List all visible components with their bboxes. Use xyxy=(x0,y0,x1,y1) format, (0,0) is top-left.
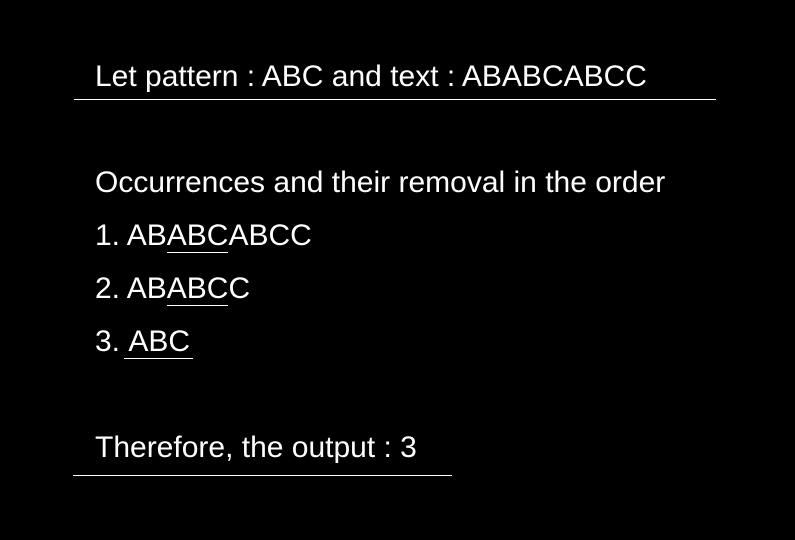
result-divider xyxy=(73,475,452,476)
step-suffix: C xyxy=(228,272,251,305)
step-1: 1. ABABCABCC xyxy=(95,218,312,254)
occurrences-heading: Occurrences and their removal in the ord… xyxy=(95,166,666,199)
step-3: 3. ABC xyxy=(95,324,193,360)
step-prefix: AB xyxy=(126,272,167,305)
statement-divider xyxy=(74,99,716,100)
result-statement: Therefore, the output : 3 xyxy=(95,431,417,464)
matched-substring: ABC xyxy=(166,272,229,306)
step-number: 3. xyxy=(95,325,121,358)
step-number: 1. xyxy=(95,219,121,252)
problem-statement: Let pattern : ABC and text : ABABCABCC xyxy=(95,60,647,93)
matched-substring: ABC xyxy=(124,325,193,359)
step-suffix: ABCC xyxy=(228,219,312,252)
step-2: 2. ABABCC xyxy=(95,271,250,307)
step-number: 2. xyxy=(95,272,121,305)
step-prefix: AB xyxy=(126,219,167,252)
matched-substring: ABC xyxy=(166,219,229,253)
